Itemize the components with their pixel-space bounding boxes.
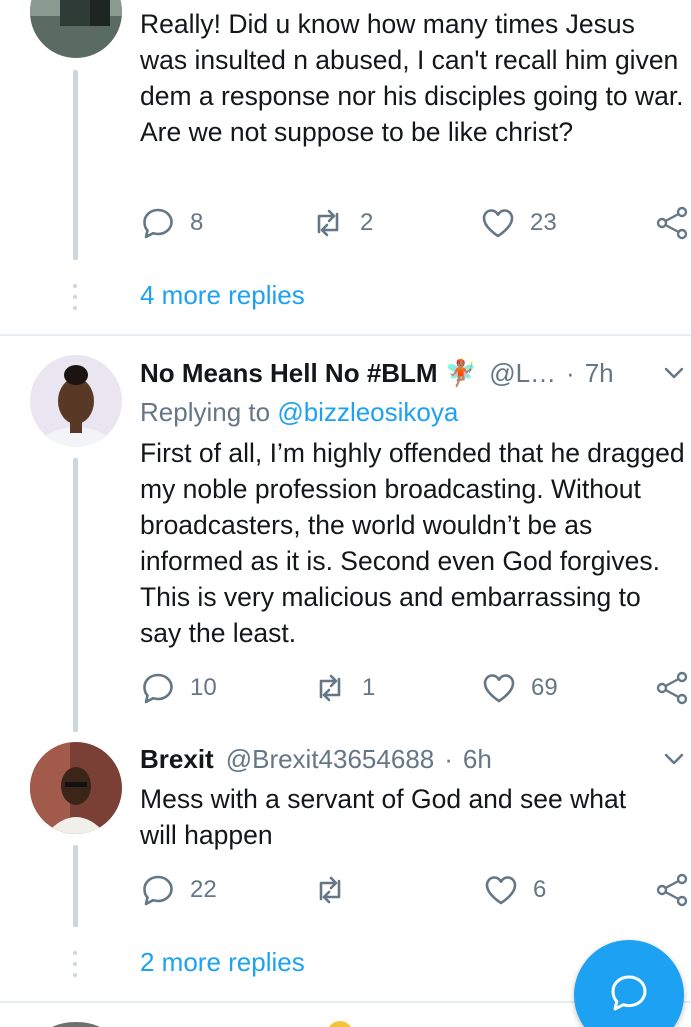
replying-to-label: Replying to: [140, 397, 271, 427]
replying-to: Replying to @bizzleosikoya: [140, 397, 458, 428]
reply-count: 8: [190, 209, 204, 236]
more-replies-link[interactable]: 4 more replies: [140, 280, 305, 311]
thread-line: [73, 845, 78, 927]
emoji-fragment: [327, 1021, 353, 1027]
more-replies-link[interactable]: 2 more replies: [140, 947, 305, 978]
reply-icon: [143, 208, 173, 239]
reply-button[interactable]: 10: [140, 668, 217, 708]
tweet-text: First of all, I’m highly offended that h…: [140, 438, 685, 648]
retweet-icon: [319, 876, 341, 904]
more-replies-dots: [73, 951, 78, 984]
reply-count: 22: [190, 876, 217, 903]
reply-button[interactable]: 22: [140, 870, 217, 910]
share-button[interactable]: [654, 668, 690, 708]
more-replies-dots: [73, 284, 78, 317]
reply-count: 10: [190, 674, 217, 701]
thread-line: [73, 458, 78, 732]
thread-line: [73, 70, 78, 260]
separator: ·: [444, 743, 453, 774]
retweet-count: 2: [360, 209, 374, 236]
chevron-down-icon[interactable]: [663, 362, 685, 384]
display-name[interactable]: No Means Hell No #BLM 🧚🏽: [140, 358, 477, 389]
retweet-button[interactable]: 2: [310, 203, 373, 243]
share-button[interactable]: [654, 203, 690, 243]
retweet-count: 1: [362, 674, 376, 701]
chevron-down-icon[interactable]: [663, 748, 685, 770]
like-count: 6: [533, 876, 547, 903]
like-button[interactable]: 23: [480, 203, 557, 243]
tweet-text: Mess with a servant of God and see what …: [140, 784, 627, 850]
reply-button[interactable]: 8: [140, 203, 203, 243]
replying-to-handle[interactable]: @bizzleosikoya: [277, 397, 458, 427]
heart-icon: [483, 674, 515, 703]
reply-icon: [143, 875, 173, 906]
share-icon: [656, 671, 688, 705]
separator: ·: [566, 357, 575, 388]
heart-icon: [485, 876, 517, 905]
user-handle[interactable]: @Brexit43654688: [226, 744, 435, 775]
share-icon: [656, 873, 688, 907]
share-icon: [656, 206, 688, 240]
avatar[interactable]: [30, 742, 122, 834]
tweet-header: Brexit @Brexit43654688 · 6h: [140, 742, 691, 776]
retweet-button[interactable]: 1: [312, 668, 375, 708]
like-count: 23: [530, 209, 557, 236]
timestamp[interactable]: 7h: [585, 358, 614, 389]
like-button[interactable]: 6: [483, 870, 546, 910]
timestamp[interactable]: 6h: [463, 744, 492, 775]
share-button[interactable]: [654, 870, 690, 910]
avatar[interactable]: [30, 355, 122, 447]
like-count: 69: [531, 674, 558, 701]
retweet-button[interactable]: [312, 870, 362, 910]
divider: [0, 334, 691, 336]
avatar[interactable]: [30, 0, 122, 58]
retweet-icon: [319, 674, 341, 702]
compose-reply-button[interactable]: [574, 940, 684, 1027]
tweet-text: Really! Did u know how many times Jesus …: [140, 9, 684, 147]
tweet-actions: 8 2 23: [140, 203, 691, 243]
compose-reply-icon: [611, 975, 647, 1011]
retweet-icon: [317, 209, 339, 237]
display-name[interactable]: Brexit: [140, 744, 214, 775]
tweet-header: No Means Hell No #BLM 🧚🏽 @L… · 7h: [140, 356, 691, 390]
heart-icon: [482, 209, 514, 238]
reply-icon: [143, 673, 173, 704]
user-handle[interactable]: @L…: [489, 358, 556, 389]
tweet-actions: 10 1 69: [140, 668, 691, 708]
like-button[interactable]: 69: [481, 668, 558, 708]
avatar[interactable]: [44, 1022, 108, 1027]
tweet-actions: 22 6: [140, 870, 691, 910]
